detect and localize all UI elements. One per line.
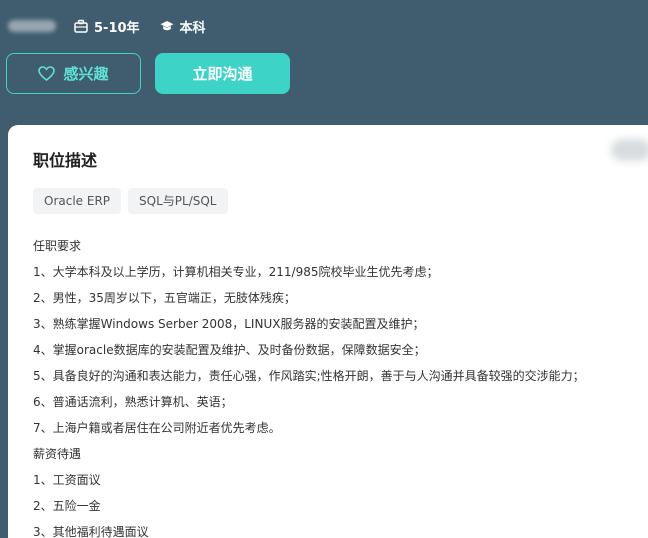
- graduation-cap-icon: [160, 21, 174, 31]
- description-line: 2、五险一金: [33, 499, 101, 513]
- briefcase-icon: [74, 19, 88, 33]
- education-text: 本科: [179, 20, 206, 36]
- section-title: 职位描述: [33, 151, 98, 170]
- description-line: 3、其他福利待遇面议: [33, 525, 149, 538]
- job-meta-row: 5-10年 本科: [8, 14, 226, 38]
- interest-button-label: 感兴趣: [63, 65, 109, 83]
- heart-icon: [38, 66, 56, 81]
- description-line: 1、大学本科及以上学历，计算机相关专业，211/985院校毕业生优先考虑；: [33, 265, 439, 279]
- blurred-corner-element: [611, 139, 648, 161]
- skill-tags: Oracle ERP SQL与PL/SQL: [33, 188, 235, 214]
- description-line: 薪资待遇: [33, 447, 82, 461]
- description-line: 3、熟练掌握Windows Serber 2008，LINUX服务器的安装配置及…: [33, 317, 425, 331]
- description-line: 任职要求: [33, 239, 82, 253]
- job-header: 5-10年 本科 感兴趣 立即沟通: [0, 0, 648, 125]
- description-line: 6、普通话流利，熟悉计算机、英语；: [33, 395, 233, 409]
- job-description-card: 职位描述 Oracle ERP SQL与PL/SQL 任职要求 1、大学本科及以…: [8, 125, 648, 538]
- description-line: 1、工资面议: [33, 473, 101, 487]
- blurred-location: [8, 20, 56, 32]
- description-line: 5、具备良好的沟通和表达能力，责任心强，作风踏实;性格开朗，善于与人沟通并具备较…: [33, 369, 585, 383]
- interest-button[interactable]: 感兴趣: [6, 53, 141, 94]
- description-line: 4、掌握oracle数据库的安装配置及维护、及时备份数据，保障数据安全；: [33, 343, 426, 357]
- experience-item: 5-10年: [74, 17, 140, 36]
- description-line: 2、男性，35周岁以下，五官端正，无肢体残疾；: [33, 291, 296, 305]
- experience-text: 5-10年: [94, 20, 140, 36]
- description-line: 7、上海户籍或者居住在公司附近者优先考虑。: [33, 421, 281, 435]
- skill-tag: Oracle ERP: [33, 188, 122, 214]
- job-description-text: 任职要求 1、大学本科及以上学历，计算机相关专业，211/985院校毕业生优先考…: [33, 233, 648, 538]
- skill-tag: SQL与PL/SQL: [128, 188, 228, 214]
- action-bar: 感兴趣 立即沟通: [6, 53, 290, 94]
- chat-now-button[interactable]: 立即沟通: [155, 53, 290, 94]
- education-item: 本科: [160, 17, 206, 36]
